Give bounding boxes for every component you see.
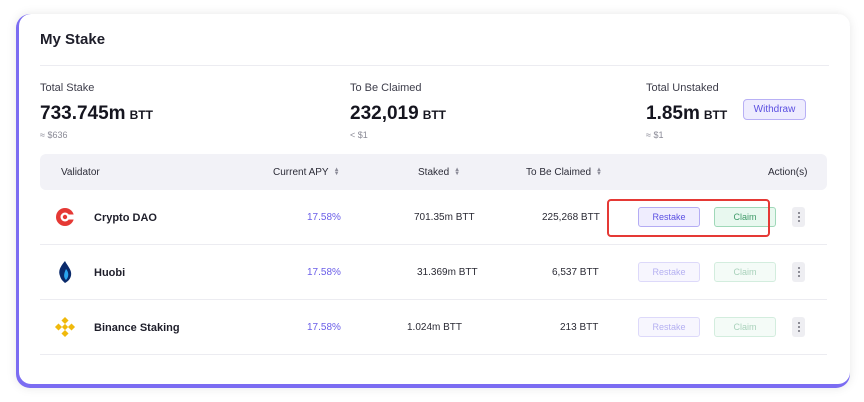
claim-value: 225,268 BTT [542, 212, 600, 223]
to-be-claimed-stat: To Be Claimed 232,019 BTT < $1 [350, 82, 446, 140]
staked-value: 1.024m BTT [407, 322, 463, 333]
total-stake-stat: Total Stake 733.745m BTT ≈ $636 [40, 82, 153, 140]
staked-value: 31.369m BTT [417, 267, 478, 278]
header-apy[interactable]: Current APY ▲ ▼ [273, 154, 340, 190]
more-options-icon[interactable] [792, 317, 805, 337]
binance-logo [52, 314, 78, 340]
divider [40, 65, 829, 66]
validator-name: Crypto DAO [94, 211, 157, 224]
withdraw-button[interactable]: Withdraw [743, 99, 806, 120]
header-staked-label: Staked [418, 166, 450, 178]
table-row: Binance Staking 17.58% 1.024m BTT 213 BT… [40, 300, 827, 355]
highlight-box [607, 199, 770, 237]
sort-icon[interactable]: ▲ ▼ [454, 167, 460, 177]
table-row: Huobi 17.58% 31.369m BTT 6,537 BTT Resta… [40, 245, 827, 300]
header-to-be-claimed-label: To Be Claimed [526, 166, 592, 178]
total-stake-usd: ≈ $636 [40, 130, 68, 140]
total-unstaked-usd: ≈ $1 [646, 130, 664, 140]
table-header: Validator Current APY ▲ ▼ Staked ▲ ▼ To Be… [40, 154, 827, 190]
to-be-claimed-label: To Be Claimed [350, 82, 422, 94]
staked-value: 701.35m BTT [414, 212, 475, 223]
restake-button[interactable]: Restake [638, 262, 700, 282]
to-be-claimed-unit: BTT [422, 108, 447, 122]
card-frame: My Stake Total Stake 733.745m BTT ≈ $636… [16, 14, 850, 388]
total-stake-value: 733.745m [40, 103, 126, 124]
header-actions: Action(s) [768, 166, 808, 178]
claim-value: 6,537 BTT [552, 267, 599, 278]
apy-value: 17.58% [307, 212, 341, 223]
header-apy-label: Current APY [273, 166, 329, 178]
to-be-claimed-usd: < $1 [350, 130, 368, 140]
header-validator: Validator [61, 166, 100, 178]
total-unstaked-value: 1.85m [646, 103, 700, 124]
apy-value: 17.58% [307, 267, 341, 278]
huobi-logo [52, 259, 78, 285]
total-unstaked-label: Total Unstaked [646, 82, 719, 94]
crypto-dao-logo [52, 204, 78, 230]
total-unstaked-unit: BTT [703, 108, 728, 122]
sort-icon[interactable]: ▲ ▼ [334, 167, 340, 177]
claim-button[interactable]: Claim [714, 317, 776, 337]
page-title: My Stake [40, 31, 106, 48]
validator-name: Binance Staking [94, 321, 180, 334]
more-options-icon[interactable] [792, 207, 805, 227]
header-staked[interactable]: Staked ▲ ▼ [418, 154, 460, 190]
total-stake-unit: BTT [129, 108, 153, 122]
to-be-claimed-value: 232,019 [350, 103, 419, 124]
total-unstaked-stat: Total Unstaked 1.85m BTT ≈ $1 [646, 82, 727, 140]
total-stake-label: Total Stake [40, 82, 95, 94]
header-to-be-claimed[interactable]: To Be Claimed ▲ ▼ [526, 154, 602, 190]
my-stake-card: My Stake Total Stake 733.745m BTT ≈ $636… [19, 14, 850, 384]
more-options-icon[interactable] [792, 262, 805, 282]
validator-name: Huobi [94, 266, 126, 279]
apy-value: 17.58% [307, 322, 341, 333]
claim-value: 213 BTT [560, 322, 599, 333]
sort-icon[interactable]: ▲ ▼ [596, 167, 602, 177]
restake-button[interactable]: Restake [638, 317, 700, 337]
claim-button[interactable]: Claim [714, 262, 776, 282]
